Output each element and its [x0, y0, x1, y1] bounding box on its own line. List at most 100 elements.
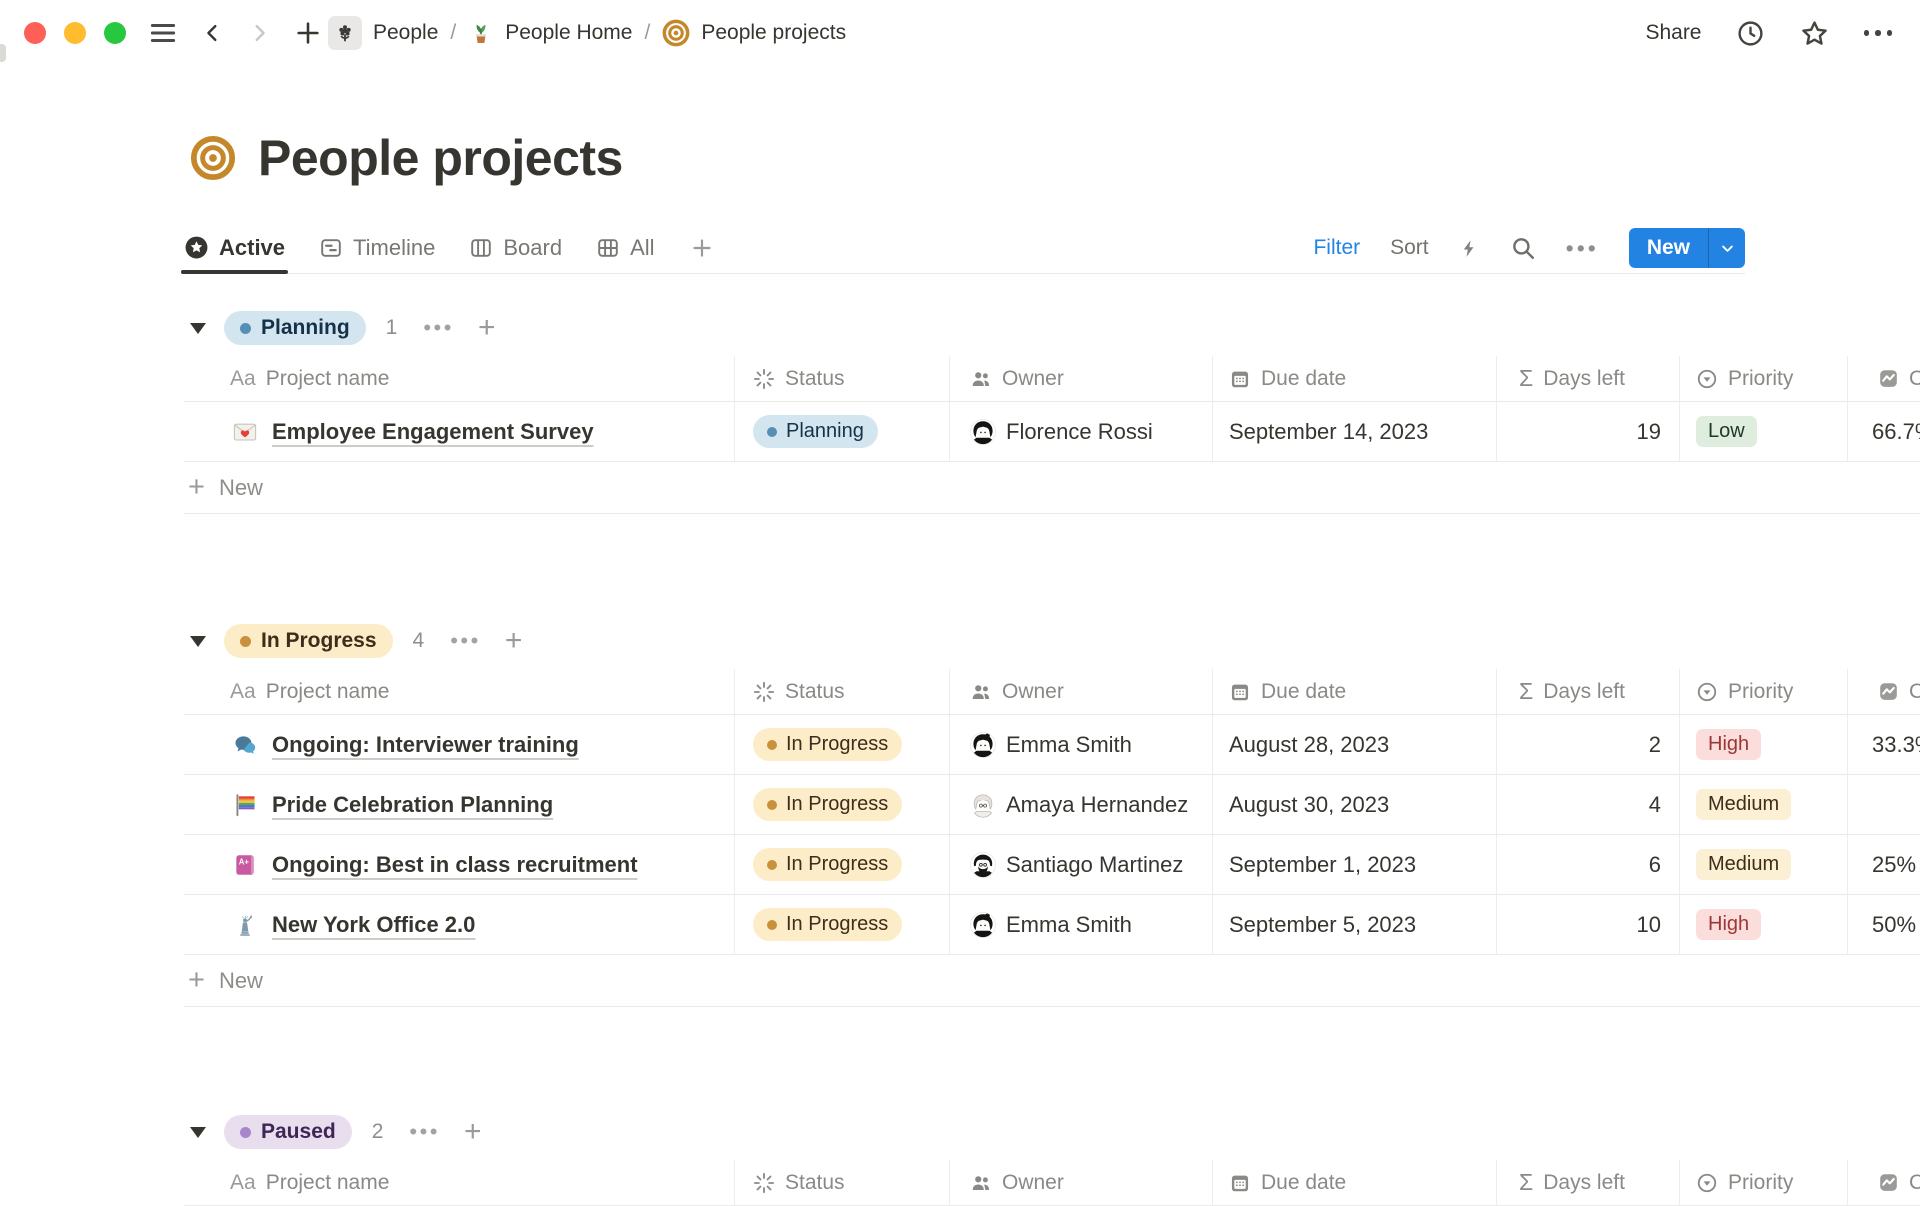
breadcrumb-item-people-projects[interactable]: People projects: [662, 19, 846, 47]
automations-button[interactable]: [1459, 236, 1480, 261]
column-header-priority[interactable]: Priority: [1680, 1160, 1848, 1205]
status-pill[interactable]: Planning: [753, 415, 878, 448]
status-pill[interactable]: In Progress: [753, 848, 902, 881]
column-header-priority[interactable]: Priority: [1680, 669, 1848, 714]
column-header-priority[interactable]: Priority: [1680, 356, 1848, 401]
cell-project-name[interactable]: Ongoing: Interviewer training: [184, 715, 735, 774]
cell-status[interactable]: In Progress: [735, 895, 950, 954]
column-header-owner[interactable]: Owner: [950, 669, 1213, 714]
close-window-button[interactable]: [24, 22, 46, 44]
cell-owner[interactable]: Amaya Hernandez: [950, 775, 1213, 834]
view-options-button[interactable]: •••: [1566, 235, 1599, 262]
priority-tag[interactable]: Medium: [1696, 789, 1791, 820]
column-header-completion[interactable]: Completion: [1848, 1160, 1920, 1205]
cell-priority[interactable]: Medium: [1680, 835, 1848, 894]
priority-tag[interactable]: High: [1696, 729, 1761, 760]
priority-tag[interactable]: Low: [1696, 416, 1757, 447]
status-pill[interactable]: In Progress: [753, 788, 902, 821]
column-header-completion[interactable]: Completion: [1848, 669, 1920, 714]
add-view-button[interactable]: [689, 235, 715, 261]
updates-button[interactable]: [1736, 19, 1765, 48]
column-header-project-name[interactable]: Aa Project name: [184, 1160, 735, 1205]
more-options-button[interactable]: [1864, 30, 1893, 36]
column-header-owner[interactable]: Owner: [950, 356, 1213, 401]
new-button[interactable]: New: [1629, 228, 1708, 268]
cell-status[interactable]: Planning: [735, 402, 950, 461]
sort-button[interactable]: Sort: [1390, 236, 1429, 260]
filter-button[interactable]: Filter: [1313, 236, 1360, 260]
column-header-status[interactable]: Status: [735, 356, 950, 401]
collapse-triangle-icon[interactable]: [190, 1127, 206, 1138]
cell-due-date[interactable]: August 28, 2023: [1213, 715, 1497, 774]
cell-due-date[interactable]: September 1, 2023: [1213, 835, 1497, 894]
favorite-button[interactable]: [1799, 18, 1830, 49]
collapse-triangle-icon[interactable]: [190, 636, 206, 647]
breadcrumb-item-people-home[interactable]: People Home: [468, 20, 632, 46]
cell-project-name[interactable]: Pride Celebration Planning: [184, 775, 735, 834]
column-header-due-date[interactable]: Due date: [1213, 356, 1497, 401]
add-row-button[interactable]: + New: [184, 955, 1920, 1007]
priority-tag[interactable]: High: [1696, 909, 1761, 940]
status-pill[interactable]: In Progress: [753, 908, 902, 941]
group-pill-paused[interactable]: Paused: [224, 1115, 352, 1149]
cell-priority[interactable]: High: [1680, 715, 1848, 774]
column-header-project-name[interactable]: Aa Project name: [184, 356, 735, 401]
status-pill[interactable]: In Progress: [753, 728, 902, 761]
cell-owner[interactable]: Emma Smith: [950, 715, 1213, 774]
cell-days-left[interactable]: 6: [1497, 835, 1680, 894]
group-pill-planning[interactable]: Planning: [224, 311, 366, 345]
collapse-triangle-icon[interactable]: [190, 323, 206, 334]
cell-days-left[interactable]: 10: [1497, 895, 1680, 954]
group-more-button[interactable]: •••: [450, 628, 481, 654]
breadcrumb-item-people[interactable]: People: [328, 16, 438, 50]
sidebar-toggle-button[interactable]: [148, 18, 178, 48]
cell-completion[interactable]: 33.3%: [1848, 715, 1920, 774]
new-dropdown-button[interactable]: [1709, 228, 1745, 268]
project-link[interactable]: New York Office 2.0: [272, 912, 475, 938]
new-tab-button[interactable]: [294, 19, 322, 47]
cell-status[interactable]: In Progress: [735, 835, 950, 894]
cell-due-date[interactable]: August 30, 2023: [1213, 775, 1497, 834]
cell-owner[interactable]: Emma Smith: [950, 895, 1213, 954]
group-more-button[interactable]: •••: [409, 1119, 440, 1145]
column-header-completion[interactable]: Completion: [1848, 356, 1920, 401]
priority-tag[interactable]: Medium: [1696, 849, 1791, 880]
cell-completion[interactable]: 50%: [1848, 895, 1920, 954]
cell-project-name[interactable]: New York Office 2.0: [184, 895, 735, 954]
column-header-days-left[interactable]: Σ Days left: [1497, 669, 1680, 714]
cell-priority[interactable]: Low: [1680, 402, 1848, 461]
column-header-days-left[interactable]: Σ Days left: [1497, 356, 1680, 401]
cell-due-date[interactable]: September 5, 2023: [1213, 895, 1497, 954]
cell-project-name[interactable]: A+ Ongoing: Best in class recruitment: [184, 835, 735, 894]
project-link[interactable]: Employee Engagement Survey: [272, 419, 594, 445]
cell-completion[interactable]: [1848, 775, 1920, 834]
project-link[interactable]: Ongoing: Interviewer training: [272, 732, 579, 758]
cell-completion[interactable]: 25%: [1848, 835, 1920, 894]
tab-board[interactable]: Board: [469, 222, 562, 273]
cell-completion[interactable]: 66.7%: [1848, 402, 1920, 461]
cell-days-left[interactable]: 2: [1497, 715, 1680, 774]
project-link[interactable]: Ongoing: Best in class recruitment: [272, 852, 638, 878]
column-header-days-left[interactable]: Σ Days left: [1497, 1160, 1680, 1205]
cell-priority[interactable]: Medium: [1680, 775, 1848, 834]
zoom-window-button[interactable]: [104, 22, 126, 44]
tab-all[interactable]: All: [596, 222, 654, 273]
column-header-owner[interactable]: Owner: [950, 1160, 1213, 1205]
tab-active[interactable]: Active: [184, 222, 285, 273]
share-button[interactable]: Share: [1645, 21, 1701, 45]
bullseye-page-icon[interactable]: [190, 135, 236, 181]
cell-priority[interactable]: High: [1680, 895, 1848, 954]
forward-button[interactable]: [248, 20, 270, 46]
group-more-button[interactable]: •••: [423, 315, 454, 341]
cell-due-date[interactable]: September 14, 2023: [1213, 402, 1497, 461]
column-header-due-date[interactable]: Due date: [1213, 1160, 1497, 1205]
search-button[interactable]: [1510, 235, 1536, 261]
add-row-button[interactable]: + New: [184, 462, 1920, 514]
minimize-window-button[interactable]: [64, 22, 86, 44]
group-add-button[interactable]: +: [478, 313, 496, 343]
back-button[interactable]: [202, 20, 224, 46]
project-link[interactable]: Pride Celebration Planning: [272, 792, 553, 818]
group-add-button[interactable]: +: [505, 626, 523, 656]
column-header-due-date[interactable]: Due date: [1213, 669, 1497, 714]
cell-owner[interactable]: Florence Rossi: [950, 402, 1213, 461]
